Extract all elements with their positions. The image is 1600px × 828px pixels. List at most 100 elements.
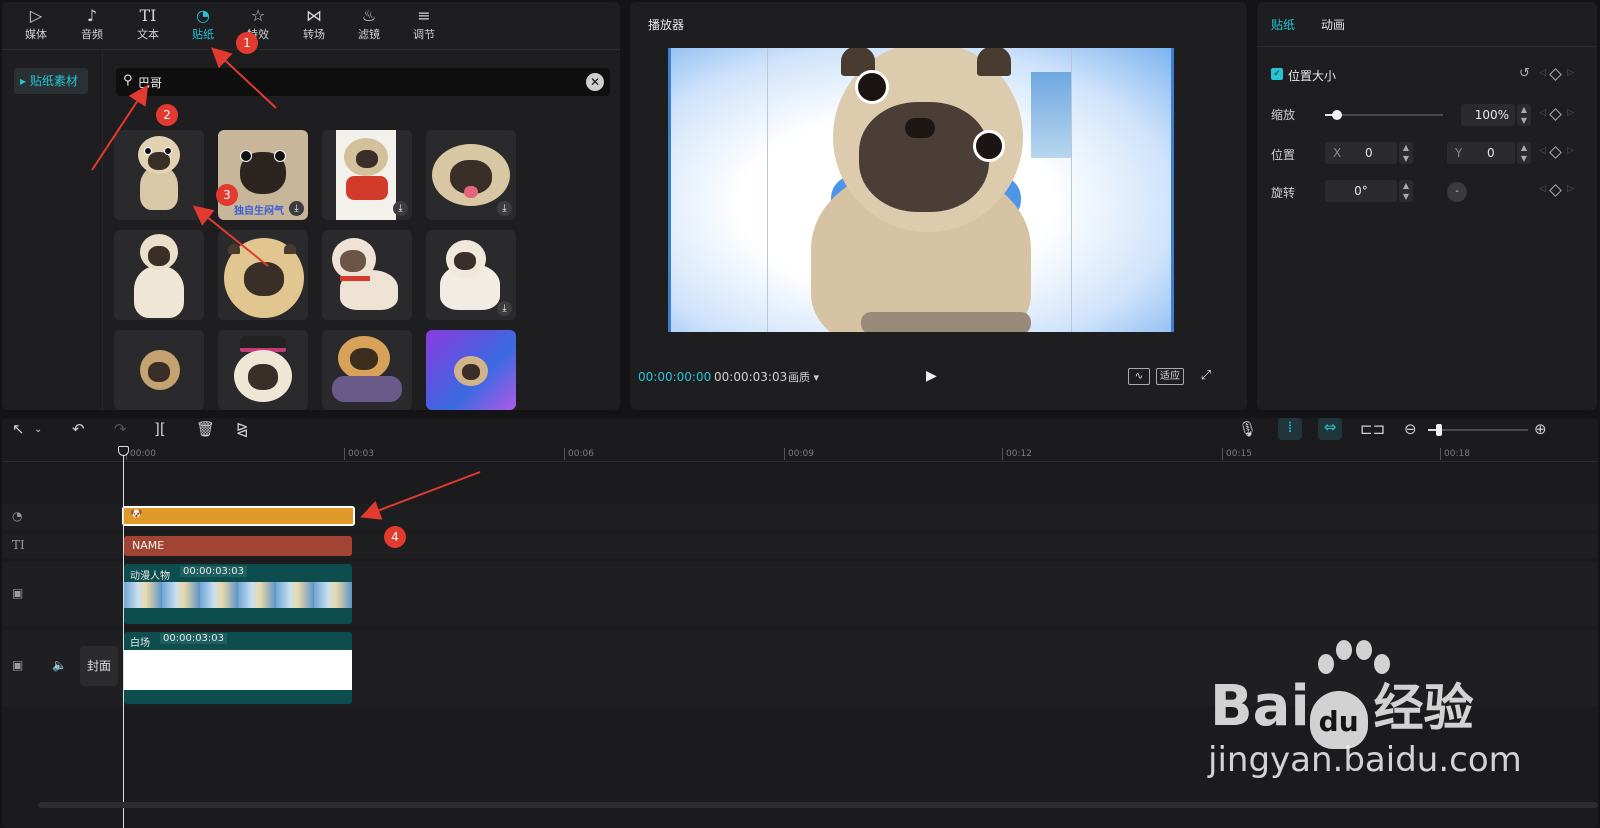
sticker-thumb[interactable]: [218, 230, 308, 320]
tool-sticker[interactable]: ◔ 贴纸: [183, 6, 223, 48]
next-keyframe-icon[interactable]: ▷: [1567, 68, 1574, 78]
waveform-icon[interactable]: ∿: [1128, 368, 1150, 385]
y-label: Y: [1455, 146, 1463, 160]
download-icon[interactable]: ⤓: [497, 301, 512, 316]
sticker-clip[interactable]: 🐶: [122, 506, 355, 526]
sticker-thumb[interactable]: [114, 130, 204, 220]
preview-axis-icon[interactable]: ⊏⊐: [1360, 420, 1385, 438]
zoom-slider[interactable]: [1428, 424, 1528, 436]
sticker-thumb[interactable]: [426, 330, 516, 410]
video-clip[interactable]: 动漫人物 00:00:03:03: [124, 564, 352, 624]
x-label: X: [1333, 146, 1342, 160]
sticker-thumb[interactable]: [114, 330, 204, 410]
sticker-thumb[interactable]: ⤓: [426, 230, 516, 320]
quality-dropdown[interactable]: 画质 ▾: [788, 369, 819, 385]
mute-icon[interactable]: 🔈: [52, 658, 67, 672]
time-ruler[interactable]: 00:00 00:03 00:06 00:09 00:12 00:15 00:1…: [2, 444, 1598, 462]
preview-canvas[interactable]: [668, 48, 1174, 332]
main-clip-duration: 00:00:03:03: [160, 633, 228, 644]
main-clip[interactable]: 白场 00:00:03:03: [124, 632, 352, 704]
auto-snap-icon[interactable]: ⁞: [1278, 418, 1302, 440]
checkbox-icon[interactable]: ✓: [1271, 68, 1283, 80]
pug-sticker-image[interactable]: [801, 48, 1041, 332]
keyframe-icon[interactable]: [1549, 184, 1562, 197]
rotate-dial-icon[interactable]: -: [1447, 182, 1467, 202]
chevron-down-icon[interactable]: ⌄: [34, 424, 42, 435]
tool-audio-label: 音频: [81, 28, 103, 41]
tool-adjust[interactable]: ≡ 调节: [404, 6, 444, 48]
prev-keyframe-icon[interactable]: ◁: [1539, 184, 1546, 194]
download-icon[interactable]: ⤓: [497, 201, 512, 216]
download-icon[interactable]: ⤓: [289, 201, 304, 216]
mirror-icon[interactable]: ⧎: [236, 420, 249, 438]
redo-icon[interactable]: ↷: [114, 420, 127, 438]
ruler-tick: 00:06: [564, 448, 594, 460]
horizontal-scrollbar[interactable]: [38, 802, 1598, 808]
next-keyframe-icon[interactable]: ▷: [1567, 108, 1574, 118]
step-marker-1: 1: [236, 32, 258, 54]
zoom-in-icon[interactable]: ⊕: [1534, 420, 1547, 438]
tool-media[interactable]: ▷ 媒体: [16, 6, 56, 48]
tab-animation[interactable]: 动画: [1321, 16, 1345, 33]
sticker-thumb[interactable]: ⤓: [322, 130, 412, 220]
current-time: 00:00:00:00: [638, 370, 712, 384]
properties-panel: 贴纸 动画 ✓ 位置大小 ↺ ◁ ▷ 缩放 100% ▲ ▼ ◁ ▷ 位置 X 0…: [1257, 2, 1597, 410]
watermark-brand-3: 经验: [1373, 679, 1474, 737]
prev-keyframe-icon[interactable]: ◁: [1539, 108, 1546, 118]
undo-icon[interactable]: ↶: [72, 420, 85, 438]
playhead[interactable]: [123, 446, 124, 828]
delete-icon[interactable]: 🗑: [196, 420, 215, 438]
y-stepper[interactable]: ▲ ▼: [1517, 142, 1531, 164]
x-stepper[interactable]: ▲ ▼: [1399, 142, 1413, 164]
scale-slider-handle[interactable]: [1331, 110, 1342, 120]
sticker-thumb[interactable]: 独自生闷气 ⤓: [218, 130, 308, 220]
prev-keyframe-icon[interactable]: ◁: [1539, 68, 1546, 78]
tool-audio[interactable]: ♪ 音频: [72, 6, 112, 48]
position-y-input[interactable]: Y 0: [1447, 142, 1515, 164]
keyframe-icon[interactable]: [1549, 68, 1562, 81]
sticker-thumb[interactable]: [322, 230, 412, 320]
search-bar[interactable]: ⚲ 巴哥 ✕: [116, 68, 610, 96]
split-icon[interactable]: ][: [154, 420, 166, 438]
microphone-icon[interactable]: 🎙: [1238, 420, 1257, 438]
sidebar-item-sticker-material[interactable]: ▸ 贴纸素材: [14, 68, 88, 94]
text-clip[interactable]: NAME: [124, 536, 352, 556]
cover-button[interactable]: 封面: [80, 646, 118, 686]
fullscreen-icon[interactable]: ⤢: [1198, 368, 1214, 385]
keyframe-icon[interactable]: [1549, 146, 1562, 159]
download-icon[interactable]: ⤓: [393, 201, 408, 216]
position-x-input[interactable]: X 0: [1325, 142, 1397, 164]
reset-icon[interactable]: ↺: [1519, 66, 1530, 81]
keyframe-icon[interactable]: [1549, 108, 1562, 121]
sticker-thumb[interactable]: ⤓: [426, 130, 516, 220]
search-input[interactable]: 巴哥: [138, 74, 162, 91]
clear-search-icon[interactable]: ✕: [586, 73, 604, 91]
fit-label: 适应: [1160, 371, 1180, 382]
position-label: 位置: [1271, 148, 1296, 162]
next-keyframe-icon[interactable]: ▷: [1567, 184, 1574, 194]
tool-text[interactable]: TI 文本: [128, 6, 168, 48]
zoom-out-icon[interactable]: ⊖: [1404, 420, 1417, 438]
sticker-thumb[interactable]: [322, 330, 412, 410]
tab-divider: [1257, 46, 1597, 47]
adjust-icon: ≡: [417, 6, 431, 25]
next-keyframe-icon[interactable]: ▷: [1567, 146, 1574, 156]
sticker-thumb[interactable]: [114, 230, 204, 320]
link-icon[interactable]: ⇔: [1318, 418, 1342, 440]
scale-slider-track[interactable]: [1325, 110, 1443, 120]
sticker-thumb[interactable]: [218, 330, 308, 410]
zoom-slider-handle[interactable]: [1436, 424, 1442, 436]
tool-transition[interactable]: ⋈ 转场: [294, 6, 334, 48]
select-cursor-icon[interactable]: ↖: [12, 420, 25, 438]
tab-sticker[interactable]: 贴纸: [1271, 16, 1295, 33]
scale-stepper[interactable]: ▲ ▼: [1517, 104, 1531, 126]
scale-input[interactable]: 100%: [1461, 104, 1515, 126]
play-icon[interactable]: ▶: [926, 368, 942, 384]
rotate-input[interactable]: 0°: [1325, 180, 1397, 202]
prev-keyframe-icon[interactable]: ◁: [1539, 146, 1546, 156]
tool-transition-label: 转场: [303, 28, 325, 41]
rotate-stepper[interactable]: ▲ ▼: [1399, 180, 1413, 202]
fit-button[interactable]: 适应: [1156, 368, 1184, 385]
tool-filter[interactable]: ♨ 滤镜: [349, 6, 389, 48]
main-clip-thumbnail: [124, 650, 352, 690]
